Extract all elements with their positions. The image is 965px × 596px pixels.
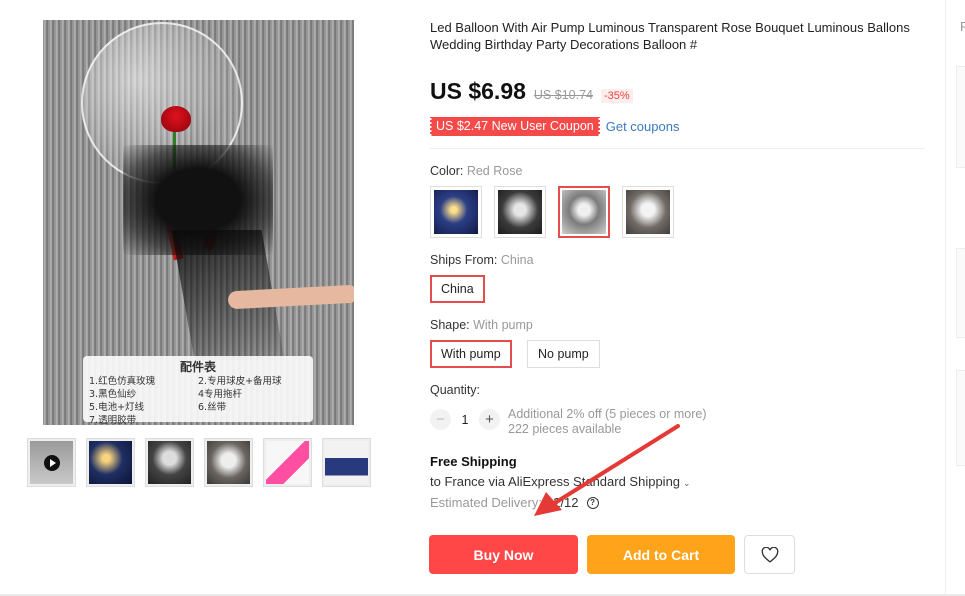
shape-label: Shape: With pump [430,318,533,332]
ships-from-value: China [500,253,534,267]
parts-list-title: 配件表 [179,360,216,374]
chevron-down-icon: ⌄ [683,478,691,488]
parts-item: 5.电池+灯线 [89,402,145,413]
parts-item: 1.红色仿真玫瑰 [89,376,156,387]
shipping-method-text: to France via AliExpress Standard Shippi… [430,474,681,489]
stock-available-text: 222 pieces available [508,422,622,436]
color-swatch[interactable] [430,186,482,238]
thumbnail-strip [27,438,372,488]
coupon-row: US $2.47 New User Coupon Get coupons [429,117,680,136]
color-swatch[interactable] [494,186,546,238]
thumbnail[interactable] [322,438,371,487]
bulk-discount-text: Additional 2% off (5 pieces or more) [508,407,707,421]
thumbnail[interactable] [86,438,135,487]
color-label-text: Color: [430,164,467,178]
new-user-coupon[interactable]: US $2.47 New User Coupon [429,117,601,136]
parts-item: 2.专用球皮+备用球 [198,376,282,387]
thumbnail[interactable] [145,438,194,487]
divider [430,148,925,149]
ships-from-label-text: Ships From: [430,253,501,267]
color-selected-value: Red Rose [466,164,523,178]
add-to-cart-button[interactable]: Add to Cart [587,535,735,574]
product-title: Led Balloon With Air Pump Luminous Trans… [430,20,910,52]
quantity-increase-button[interactable]: + [479,409,500,430]
parts-item: 3.黑色仙纱 [89,389,137,400]
color-options [430,186,674,238]
quantity-stepper: − 1 + [430,409,500,430]
thumbnail[interactable] [204,438,253,487]
parts-item: 4专用拖杆 [198,389,243,400]
thumbnail-video[interactable] [27,438,76,487]
estimated-delivery-date: 02/12 [545,495,579,510]
heart-icon [761,546,778,563]
quantity-decrease-button[interactable]: − [430,409,451,430]
right-panel-card[interactable] [956,66,965,168]
right-panel-card[interactable] [956,370,965,466]
wishlist-button[interactable] [744,535,795,574]
question-icon[interactable]: ? [586,496,599,509]
ships-from-option-china[interactable]: China [430,275,485,303]
price-row: US $6.98 US $10.74 -35% [430,78,633,105]
quantity-info: Additional 2% off (5 pieces or more) 222… [508,407,706,437]
play-icon [44,455,60,471]
estimated-delivery: Estimated Delivery: 02/12 ? [430,495,599,510]
current-price: US $6.98 [430,78,526,104]
original-price: US $10.74 [533,88,593,102]
estimated-delivery-label: Estimated Delivery: [430,495,542,510]
color-label: Color: Red Rose [430,164,522,178]
color-swatch[interactable] [622,186,674,238]
right-panel-letter: F [960,19,965,34]
product-main-image[interactable]: 配件表 1.红色仿真玫瑰 2.专用球皮+备用球 3.黑色仙纱 4专用拖杆 5.电… [43,20,354,425]
shape-option-with-pump[interactable]: With pump [430,340,512,368]
quantity-label: Quantity: [430,383,481,397]
color-swatch-red-rose[interactable] [558,186,610,238]
buy-now-button[interactable]: Buy Now [429,535,578,574]
shape-value: With pump [473,318,533,332]
thumbnail[interactable] [263,438,312,487]
parts-list-card: 配件表 1.红色仿真玫瑰 2.专用球皮+备用球 3.黑色仙纱 4专用拖杆 5.电… [83,356,313,425]
quantity-input[interactable]: 1 [451,413,479,427]
parts-item: 6.丝带 [198,402,227,413]
right-panel-card[interactable] [956,248,965,338]
shape-label-text: Shape: [430,318,474,332]
discount-badge: -35% [600,89,633,103]
shape-option-no-pump[interactable]: No pump [527,340,600,368]
ships-from-label: Ships From: China [430,253,534,267]
get-coupons-link[interactable]: Get coupons [606,119,680,134]
free-shipping-title: Free Shipping [430,454,517,469]
rose-graphic [161,106,191,132]
parts-item: 7.透明胶带 [89,415,137,425]
shipping-method[interactable]: to France via AliExpress Standard Shippi… [430,474,691,489]
